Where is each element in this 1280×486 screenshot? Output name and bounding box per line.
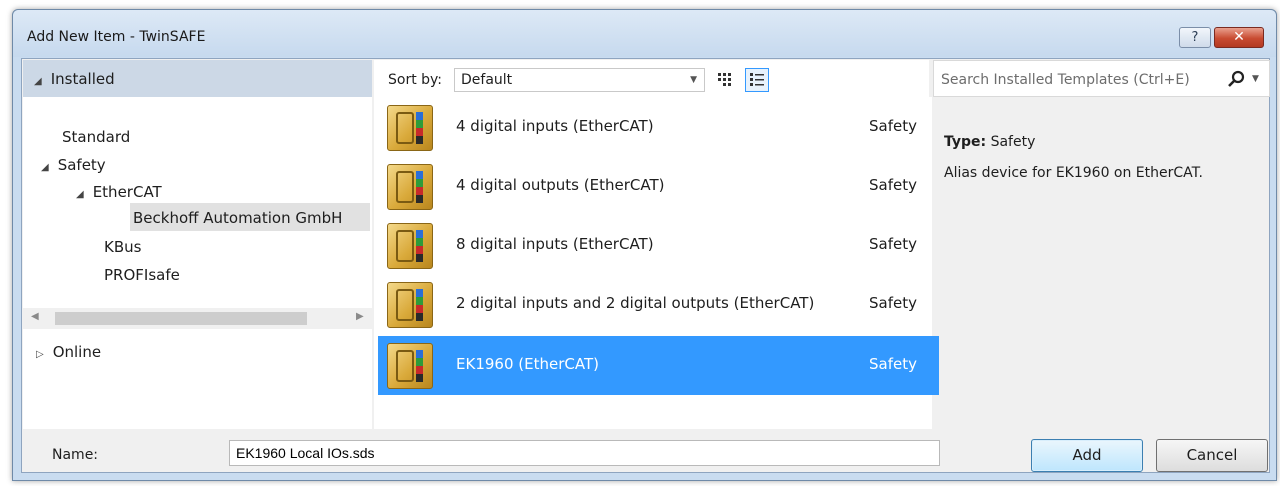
- template-name: EK1960 (EtherCAT): [456, 355, 599, 373]
- type-label: Type:: [944, 134, 987, 150]
- tree-item-label: PROFIsafe: [104, 266, 180, 284]
- sort-dropdown[interactable]: Default ▼: [454, 68, 705, 92]
- tree-header: ◢ Installed: [23, 60, 372, 97]
- template-list: 4 digital inputs (EtherCAT) Safety 4 dig…: [374, 97, 939, 429]
- add-button[interactable]: Add: [1031, 439, 1143, 472]
- dialog-content: ◢ Installed Standard ◢ Safety ◢ EtherCAT Be…: [21, 58, 1270, 473]
- list-item[interactable]: 4 digital outputs (EtherCAT) Safety: [378, 157, 939, 216]
- installed-label: Installed: [50, 70, 115, 88]
- list-view-icon: [750, 73, 764, 86]
- scrollbar-thumb[interactable]: [55, 312, 307, 325]
- tree-item-label: Safety: [57, 156, 106, 174]
- window-title: Add New Item - TwinSAFE: [27, 29, 206, 45]
- tree-item-label: Standard: [62, 128, 131, 146]
- search-placeholder: Search Installed Templates (Ctrl+E): [941, 72, 1190, 88]
- close-button[interactable]: ✕: [1214, 27, 1264, 48]
- tree-node-installed[interactable]: ◢ Installed: [34, 70, 115, 88]
- sort-value: Default: [461, 72, 513, 88]
- small-icons-view-button[interactable]: [713, 68, 737, 92]
- twinsafe-device-icon: [387, 282, 433, 328]
- expanded-triangle-icon[interactable]: ◢: [41, 162, 49, 173]
- help-button[interactable]: ?: [1179, 27, 1211, 48]
- tree-node-online[interactable]: ▷ Online: [36, 343, 101, 361]
- sort-toolbar: Sort by: Default ▼: [374, 60, 929, 97]
- name-field[interactable]: [229, 440, 940, 466]
- search-icon[interactable]: [1226, 69, 1246, 89]
- template-name: 4 digital outputs (EtherCAT): [456, 176, 665, 194]
- search-input[interactable]: Search Installed Templates (Ctrl+E) ▼: [933, 60, 1270, 97]
- expanded-triangle-icon[interactable]: ◢: [76, 189, 84, 200]
- grid-view-icon: [718, 73, 731, 86]
- tree-node-safety[interactable]: ◢ Safety: [41, 156, 106, 174]
- scroll-left-icon[interactable]: ◀: [31, 311, 39, 322]
- template-category: Safety: [869, 117, 917, 135]
- twinsafe-device-icon: [387, 223, 433, 269]
- list-item[interactable]: 4 digital inputs (EtherCAT) Safety: [378, 98, 939, 157]
- template-type: Type: Safety: [944, 134, 1035, 150]
- collapsed-triangle-icon[interactable]: ▷: [36, 349, 44, 360]
- tree-node-profisafe[interactable]: PROFIsafe: [104, 266, 180, 284]
- online-label: Online: [52, 343, 102, 361]
- scroll-right-icon[interactable]: ▶: [356, 311, 364, 322]
- details-view-button[interactable]: [745, 68, 769, 92]
- add-new-item-dialog: Add New Item - TwinSAFE ? ✕ ◢ Installed S…: [12, 9, 1277, 481]
- sort-label: Sort by:: [388, 72, 443, 88]
- tree-node-kbus[interactable]: KBus: [104, 238, 141, 256]
- chevron-down-icon[interactable]: ▼: [1252, 74, 1259, 84]
- tree-node-standard[interactable]: Standard: [62, 128, 130, 146]
- template-name: 4 digital inputs (EtherCAT): [456, 117, 654, 135]
- cancel-button[interactable]: Cancel: [1156, 439, 1268, 472]
- type-value: Safety: [990, 134, 1036, 150]
- twinsafe-device-icon: [387, 105, 433, 151]
- template-name: 2 digital inputs and 2 digital outputs (…: [456, 294, 815, 312]
- template-category: Safety: [869, 294, 917, 312]
- template-category: Safety: [869, 355, 917, 373]
- tree-node-ethercat[interactable]: ◢ EtherCAT: [76, 183, 162, 201]
- template-category: Safety: [869, 235, 917, 253]
- tree-node-beckhoff[interactable]: Beckhoff Automation GmbH: [133, 209, 342, 227]
- list-item-selected[interactable]: EK1960 (EtherCAT) Safety: [378, 336, 939, 395]
- chevron-down-icon: ▼: [690, 75, 697, 85]
- tree-horizontal-scrollbar[interactable]: ◀ ▶: [23, 308, 372, 329]
- template-name: 8 digital inputs (EtherCAT): [456, 235, 654, 253]
- template-category: Safety: [869, 176, 917, 194]
- tree-item-label: KBus: [104, 238, 142, 256]
- list-item[interactable]: 8 digital inputs (EtherCAT) Safety: [378, 216, 939, 275]
- twinsafe-device-icon: [387, 164, 433, 210]
- template-tree: ◢ Installed Standard ◢ Safety ◢ EtherCAT Be…: [23, 60, 372, 429]
- expanded-triangle-icon[interactable]: ◢: [34, 76, 42, 87]
- name-label: Name:: [52, 447, 99, 463]
- twinsafe-device-icon: [387, 343, 433, 389]
- template-description: Alias device for EK1960 on EtherCAT.: [944, 165, 1203, 181]
- title-bar: Add New Item - TwinSAFE ? ✕: [13, 10, 1276, 57]
- tree-item-label: EtherCAT: [92, 183, 162, 201]
- list-item[interactable]: 2 digital inputs and 2 digital outputs (…: [378, 275, 939, 334]
- tree-item-label: Beckhoff Automation GmbH: [133, 209, 343, 227]
